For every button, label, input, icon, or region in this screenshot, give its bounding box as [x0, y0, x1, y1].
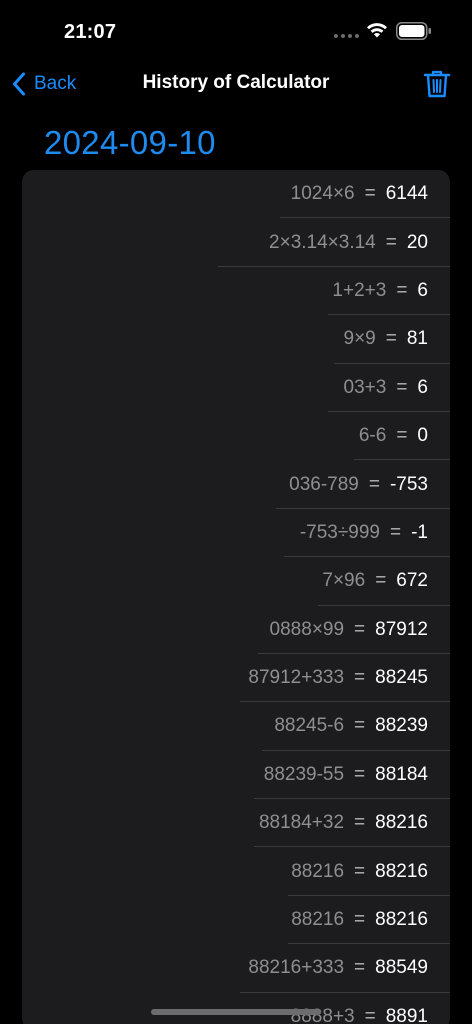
history-row[interactable]: 2×3.14×3.14 = 20: [22, 218, 450, 268]
cellular-signal-icon: [334, 34, 359, 38]
equals-sign: =: [396, 279, 408, 301]
equals-sign: =: [364, 1005, 376, 1024]
history-expression: 1024×6: [290, 183, 355, 205]
history-row[interactable]: 88216 = 88216: [22, 896, 450, 945]
history-expression: 9×9: [343, 328, 376, 350]
history-row[interactable]: 1024×6 = 6144: [22, 170, 450, 219]
equals-sign: =: [354, 909, 366, 931]
history-list: 1024×6 = 6144 2×3.14×3.14 = 20 1+2+3 = 6 9×9 = 81 03…: [22, 170, 450, 1024]
nav-bar: Back History of Calculator: [0, 62, 472, 106]
history-row[interactable]: 88245-6 = 88239: [22, 702, 450, 752]
history-result: 88184: [375, 763, 428, 785]
equals-sign: =: [375, 570, 387, 592]
history-row[interactable]: 87912+333 = 88245: [22, 654, 450, 703]
history-result: 8891: [385, 1005, 428, 1024]
history-expression: -753÷999: [299, 521, 380, 543]
history-expression: 2×3.14×3.14: [269, 231, 376, 253]
history-result: -1: [411, 521, 428, 543]
history-row[interactable]: 6-6 = 0: [22, 412, 450, 461]
history-row[interactable]: 88239-55 = 88184: [22, 751, 450, 800]
history-expression: 88216: [291, 860, 345, 882]
equals-sign: =: [389, 521, 402, 543]
history-result: 88216: [375, 909, 428, 931]
history-row[interactable]: -753÷999 = -1: [22, 509, 450, 558]
history-result: 88245: [375, 667, 428, 689]
home-indicator[interactable]: [151, 1009, 321, 1015]
history-result: 81: [406, 328, 428, 350]
wifi-icon: [367, 23, 387, 38]
history-result: 88239: [375, 715, 428, 737]
history-row[interactable]: 88184+32 = 88216: [22, 799, 450, 848]
history-row[interactable]: 03+3 = 6: [22, 364, 450, 413]
history-result: 20: [406, 231, 428, 253]
screen: 21:07 Back History of Calculator 2024-09…: [0, 0, 472, 1024]
history-result: 88216: [375, 860, 428, 882]
equals-sign: =: [354, 812, 366, 834]
history-expression: 88245-6: [274, 715, 345, 737]
history-expression: 87912+333: [248, 667, 345, 689]
history-expression: 03+3: [343, 376, 387, 398]
date-header: 2024-09-10: [44, 124, 216, 161]
equals-sign: =: [368, 473, 380, 495]
history-row[interactable]: 7×96 = 672: [22, 557, 450, 606]
history-row[interactable]: 036-789 = -753: [22, 460, 450, 510]
battery-icon: [396, 22, 431, 40]
equals-sign: =: [354, 763, 366, 785]
history-expression: 88239-55: [263, 763, 345, 785]
history-row[interactable]: 0888×99 = 87912: [22, 606, 450, 655]
history-result: 88549: [375, 957, 428, 979]
history-expression: 6-6: [358, 425, 387, 447]
equals-sign: =: [354, 667, 366, 689]
equals-sign: =: [396, 376, 408, 398]
equals-sign: =: [354, 618, 366, 640]
equals-sign: =: [354, 715, 366, 737]
history-result: -753: [389, 473, 428, 495]
equals-sign: =: [354, 957, 366, 979]
history-row[interactable]: 9×9 = 81: [22, 315, 450, 364]
history-result: 672: [396, 570, 428, 592]
equals-sign: =: [396, 425, 408, 447]
history-result: 6: [417, 376, 428, 398]
history-expression: 7×96: [322, 570, 366, 592]
status-bar: 21:07: [0, 0, 472, 62]
history-row[interactable]: 88216 = 88216: [22, 847, 450, 897]
history-expression: 88184+32: [258, 812, 345, 834]
status-time: 21:07: [64, 21, 117, 43]
equals-sign: =: [354, 860, 366, 882]
history-expression: 036-789: [289, 473, 359, 495]
history-result: 87912: [375, 618, 428, 640]
history-row[interactable]: 88216+333 = 88549: [22, 944, 450, 994]
history-expression: 88216: [291, 909, 345, 931]
equals-sign: =: [364, 183, 376, 205]
trash-icon[interactable]: [423, 69, 451, 99]
equals-sign: =: [385, 231, 397, 253]
equals-sign: =: [385, 328, 397, 350]
history-result: 6144: [385, 183, 428, 205]
page-title: History of Calculator: [142, 72, 330, 93]
history-expression: 88216+333: [248, 957, 345, 979]
history-row[interactable]: 1+2+3 = 6: [22, 267, 450, 316]
history-expression: 0888×99: [269, 618, 345, 640]
history-result: 0: [417, 425, 428, 447]
history-result: 6: [417, 279, 428, 301]
history-expression: 1+2+3: [332, 279, 387, 301]
history-result: 88216: [375, 812, 428, 834]
